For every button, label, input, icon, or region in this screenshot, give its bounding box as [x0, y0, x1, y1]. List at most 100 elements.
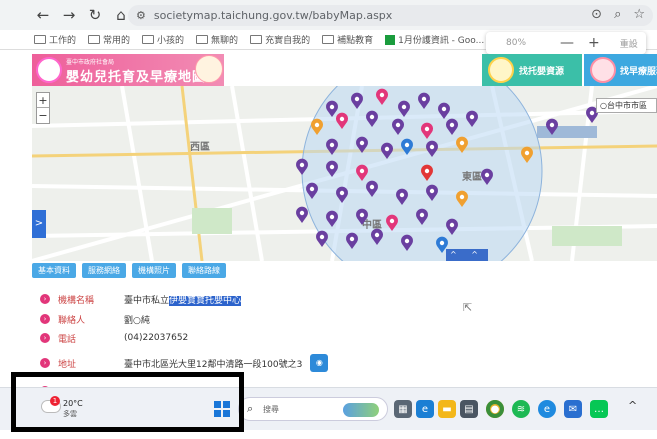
map-marker-icon[interactable] — [392, 118, 405, 135]
map-marker-icon[interactable] — [365, 180, 379, 197]
zoom-reset-button[interactable]: 重設 — [620, 37, 638, 50]
info-label: 地址 — [58, 359, 77, 370]
map-marker-icon[interactable] — [311, 118, 323, 135]
map-marker-icon[interactable] — [466, 110, 478, 127]
back-icon[interactable]: ← — [32, 4, 54, 26]
spotify-icon[interactable]: ≋ — [512, 400, 530, 418]
file-explorer-icon[interactable]: ▬ — [438, 400, 456, 418]
side-panel-toggle[interactable]: > — [32, 210, 46, 238]
forward-icon[interactable]: → — [58, 4, 80, 26]
line-icon[interactable]: … — [590, 400, 608, 418]
map-marker-icon[interactable] — [421, 122, 433, 139]
map-marker-icon[interactable] — [326, 138, 338, 155]
map-marker-icon[interactable] — [326, 100, 338, 117]
map-marker-icon[interactable] — [395, 188, 409, 205]
map-zoom-out-button[interactable]: − — [37, 108, 49, 123]
map-marker-icon[interactable] — [418, 92, 430, 109]
map-marker-icon[interactable] — [426, 140, 438, 157]
map-marker-icon[interactable] — [380, 142, 394, 159]
map-marker-icon[interactable] — [335, 186, 348, 203]
map-marker-icon[interactable] — [306, 182, 319, 199]
bookmark-item[interactable]: 補點教育 — [322, 33, 373, 46]
map-marker-icon[interactable] — [326, 210, 338, 227]
bullet-arrow-icon: › — [40, 314, 50, 324]
map-marker-icon[interactable] — [456, 190, 468, 207]
map-marker-icon[interactable] — [401, 234, 413, 251]
map-marker-icon[interactable] — [446, 218, 458, 235]
page-header: 臺中市政府社會局 嬰幼兒托育及早療地圖 找托嬰資源 找早療服務 — [0, 54, 657, 86]
selected-text: 伊嬰寶寶托嬰中心 — [169, 295, 242, 306]
task-view-icon[interactable]: ▦ — [394, 400, 412, 418]
bookmark-item[interactable]: 1月份護資訊 - Goo... — [385, 33, 484, 46]
folder-icon — [250, 35, 263, 44]
map-marker-icon[interactable] — [376, 88, 388, 105]
zoom-icon[interactable]: ⌕ — [614, 7, 621, 22]
nav-childcare-button[interactable]: 找托嬰資源 — [482, 54, 582, 86]
nav-early-intervention-button[interactable]: 找早療服務 — [584, 54, 657, 86]
edge-icon[interactable]: e — [416, 400, 434, 418]
chrome-icon[interactable]: ● — [486, 400, 504, 418]
map-marker-icon[interactable] — [350, 92, 364, 109]
map-view[interactable]: 西區 中區 東區 + − ○台中市市區 ^ ^ — [32, 86, 657, 261]
tab-basic-info[interactable]: 基本資料 — [32, 263, 76, 278]
child-icon — [590, 57, 616, 83]
map-marker-icon[interactable] — [326, 160, 338, 177]
map-marker-icon[interactable] — [521, 146, 533, 163]
search-placeholder: 搜尋 — [263, 405, 279, 414]
map-marker-icon[interactable] — [316, 230, 328, 247]
map-marker-icon[interactable] — [481, 168, 493, 185]
zoom-popup: 80% — + 重設 — [486, 32, 646, 54]
bookmark-item[interactable]: 常用的 — [88, 33, 130, 46]
bookmark-item[interactable]: 無聊的 — [196, 33, 238, 46]
map-marker-icon[interactable] — [296, 206, 308, 223]
site-logo[interactable]: 臺中市政府社會局 嬰幼兒托育及早療地圖 — [32, 54, 224, 86]
address-bar[interactable]: ⚙ societymap.taichung.gov.tw/babyMap.asp… — [128, 5, 653, 26]
mail-icon[interactable]: ✉ — [564, 400, 582, 418]
location-icon[interactable]: ⊙ — [591, 7, 602, 22]
map-marker-icon[interactable] — [355, 136, 368, 153]
browser-toolbar: ← → ↻ ⌂ ⚙ societymap.taichung.gov.tw/bab… — [0, 0, 657, 30]
folder-icon — [322, 35, 335, 44]
taskbar-search[interactable]: ⌕ 搜尋 — [238, 397, 388, 421]
map-marker-icon[interactable] — [438, 102, 451, 119]
map-marker-icon[interactable] — [386, 214, 398, 231]
info-row-contact: › 聯絡人 劉○純 — [40, 312, 150, 326]
info-row-phone: › 電話 (04)22037652 — [40, 331, 188, 345]
reload-icon[interactable]: ↻ — [84, 4, 106, 26]
bookmark-item[interactable]: 工作的 — [34, 33, 76, 46]
bookmark-star-icon[interactable]: ☆ — [633, 7, 645, 22]
map-marker-icon[interactable] — [426, 184, 438, 201]
site-info-icon[interactable]: ⚙ — [136, 9, 146, 22]
edge-beta-icon[interactable]: e — [538, 400, 556, 418]
zoom-in-button[interactable]: + — [588, 35, 600, 51]
map-marker-icon[interactable] — [421, 164, 433, 181]
map-marker-icon[interactable] — [401, 138, 414, 155]
bullet-arrow-icon: › — [40, 294, 50, 304]
map-marker-icon[interactable] — [355, 164, 368, 181]
map-marker-icon[interactable] — [416, 208, 428, 225]
map-marker-icon[interactable] — [365, 110, 379, 127]
map-route-icon[interactable]: ◉ — [310, 354, 329, 372]
map-collapse-button[interactable]: ^ ^ — [446, 249, 488, 261]
bookmark-item[interactable]: 充實自我的 — [250, 33, 310, 46]
map-marker-icon[interactable] — [346, 232, 359, 249]
map-zoom-in-button[interactable]: + — [37, 93, 49, 108]
tab-route[interactable]: 聯絡路線 — [182, 263, 226, 278]
map-marker-icon[interactable] — [546, 118, 559, 135]
map-marker-icon[interactable] — [456, 136, 468, 153]
bullet-arrow-icon: › — [40, 333, 50, 343]
calculator-icon[interactable]: ▤ — [460, 400, 478, 418]
url-text: societymap.taichung.gov.tw/babyMap.aspx — [153, 9, 393, 22]
zoom-out-button[interactable]: — — [560, 35, 574, 51]
map-marker-icon[interactable] — [355, 208, 368, 225]
tray-chevron-icon[interactable]: ^ — [628, 399, 637, 412]
map-marker-icon[interactable] — [335, 112, 348, 129]
map-marker-icon[interactable] — [446, 118, 458, 135]
map-location-search[interactable]: ○台中市市區 — [596, 98, 657, 113]
map-marker-icon[interactable] — [371, 228, 383, 245]
bookmark-item[interactable]: 小孩的 — [142, 33, 184, 46]
tab-photos[interactable]: 機構照片 — [132, 263, 176, 278]
map-marker-icon[interactable] — [397, 100, 410, 117]
tab-service-network[interactable]: 服務網絡 — [82, 263, 126, 278]
map-marker-icon[interactable] — [296, 158, 308, 175]
